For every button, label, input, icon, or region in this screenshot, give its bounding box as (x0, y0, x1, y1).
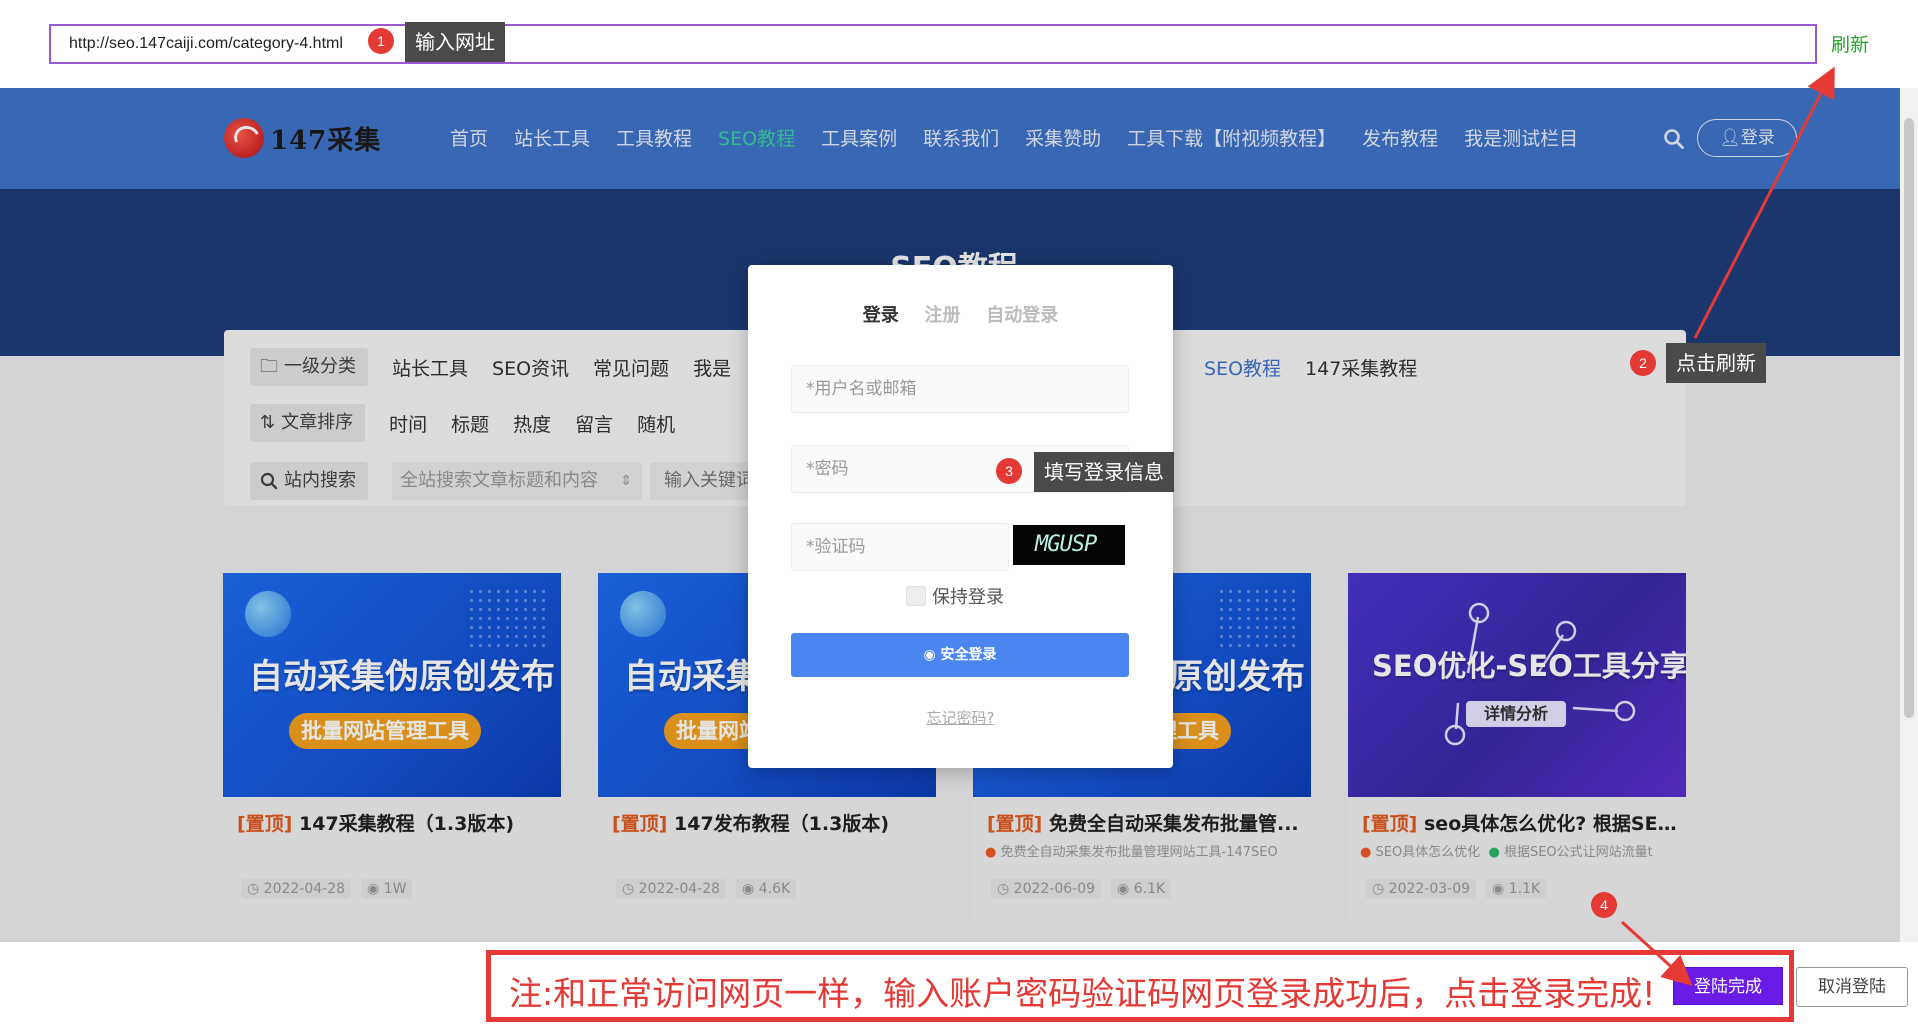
instruction-note-box: 注:和正常访问网页一样，输入账户密码验证码网页登录成功后，点击登录完成! (486, 950, 1794, 1022)
url-input[interactable]: http://seo.147caiji.com/category-4.html (49, 24, 1817, 64)
tab-auto-login[interactable]: 自动登录 (986, 305, 1058, 326)
step-2-tip: 点击刷新 (1666, 343, 1766, 383)
secure-login-button[interactable]: ◉ 安全登录 (791, 633, 1129, 677)
step-2-badge: 2 (1630, 350, 1656, 376)
step-1-badge: 1 (368, 28, 394, 54)
vertical-scrollbar[interactable] (1900, 88, 1918, 942)
keep-login-label: 保持登录 (932, 587, 1004, 608)
scrollbar-thumb[interactable] (1904, 118, 1914, 718)
step-4-badge: 4 (1591, 892, 1617, 918)
cancel-login-button[interactable]: 取消登陆 (1796, 967, 1908, 1007)
refresh-button[interactable]: 刷新 (1831, 30, 1869, 57)
login-done-button[interactable]: 登陆完成 (1673, 967, 1783, 1005)
url-toolbar: http://seo.147caiji.com/category-4.html … (0, 0, 1918, 88)
captcha-field[interactable]: *验证码 (791, 523, 1009, 571)
tab-login[interactable]: 登录 (863, 305, 899, 326)
web-page-view: 147采集 首页 站长工具 工具教程 SEO教程 工具案例 联系我们 采集赞助 … (0, 88, 1918, 942)
checkbox-icon[interactable] (906, 586, 926, 606)
forgot-password-link[interactable]: 忘记密码? (748, 707, 1173, 728)
secure-login-label: 安全登录 (940, 647, 997, 663)
step-3-tip: 填写登录信息 (1034, 452, 1174, 492)
tab-register[interactable]: 注册 (925, 305, 961, 326)
login-modal-tabs: 登录 注册 自动登录 (748, 301, 1173, 327)
step-1-tip: 输入网址 (405, 22, 505, 62)
captcha-image[interactable]: MGUSP (1013, 525, 1125, 565)
bottom-action-bar: 注:和正常访问网页一样，输入账户密码验证码网页登录成功后，点击登录完成! 登陆完… (0, 942, 1918, 1026)
username-field[interactable]: *用户名或邮箱 (791, 365, 1129, 413)
instruction-note: 注:和正常访问网页一样，输入账户密码验证码网页登录成功后，点击登录完成! (509, 974, 1656, 1013)
login-modal: 登录 注册 自动登录 *用户名或邮箱 *密码 *验证码 MGUSP 保持登录 ◉… (748, 265, 1173, 768)
target-icon: ◉ (923, 647, 936, 663)
step-3-badge: 3 (996, 458, 1022, 484)
keep-login-checkbox[interactable]: 保持登录 (906, 583, 1004, 609)
